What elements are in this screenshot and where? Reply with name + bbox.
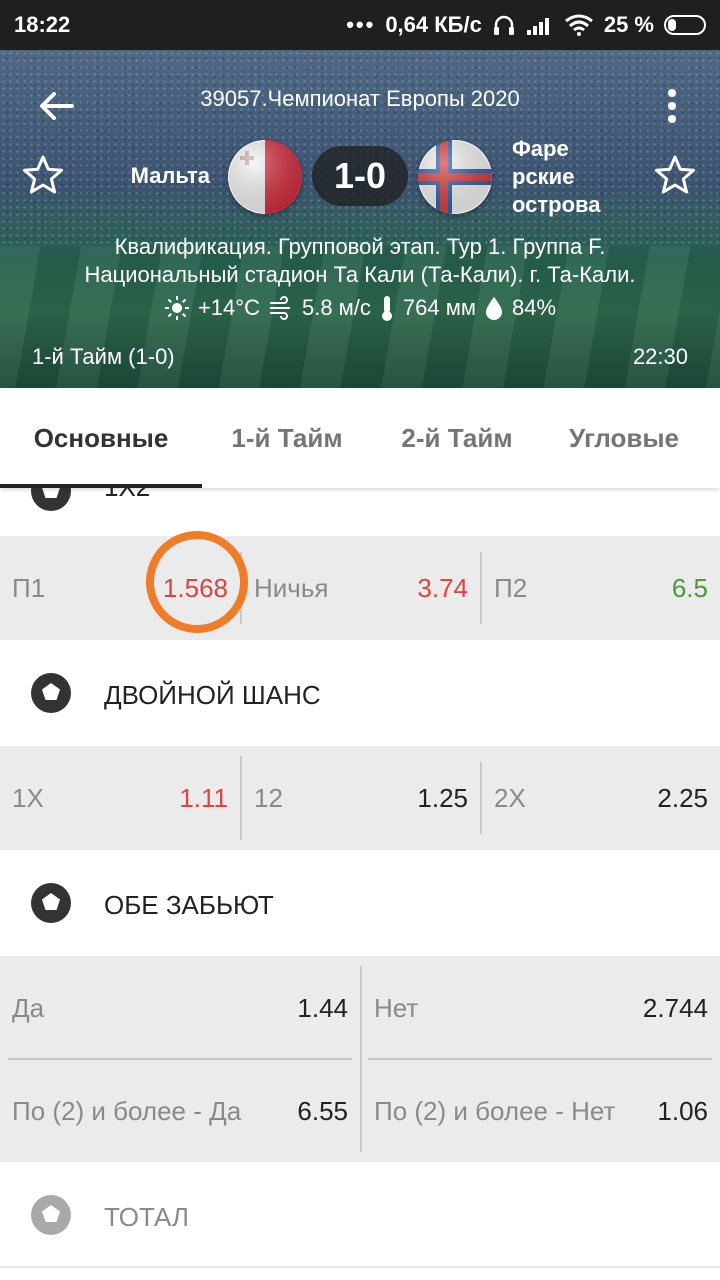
battery-icon <box>664 15 706 35</box>
odd-2x-value: 2.25 <box>657 782 708 813</box>
odd-no-label: Нет <box>374 992 419 1023</box>
half-status: 1-й Тайм (1-0) <box>32 344 175 369</box>
odd-draw[interactable]: Ничья 3.74 <box>242 536 480 640</box>
network-speed: 0,64 КБ/с <box>385 12 482 37</box>
odd-two-plus-no-value: 1.06 <box>657 1095 708 1126</box>
section-both-score-title: ОБЕ ЗАБЬЮТ <box>104 890 274 920</box>
odd-two-plus-yes[interactable]: По (2) и более - Да 6.55 <box>0 1060 360 1162</box>
odd-2x-label: 2X <box>494 782 526 813</box>
team2-name: Фаре рские острова <box>512 135 632 219</box>
odd-yes-value: 1.44 <box>297 992 348 1023</box>
headphones-icon <box>493 15 514 35</box>
faroe-islands-flag-icon <box>418 140 492 214</box>
section-double-chance-header[interactable]: ДВОЙНОЙ ШАНС <box>0 640 720 746</box>
team1-name: Мальта <box>130 163 210 188</box>
notification-dots: ••• <box>346 12 376 37</box>
odd-no-value: 2.744 <box>642 992 708 1023</box>
odd-draw-value: 3.74 <box>417 572 468 603</box>
market-double-chance-row: 1X 1.11 12 1.25 2X 2.25 <box>0 746 720 850</box>
team2-name-line3: острова <box>512 192 601 217</box>
odd-1x-value: 1.11 <box>179 782 228 813</box>
tab-first-half[interactable]: 1-й Тайм <box>202 388 372 488</box>
weather-row: +14°C 5.8 м/с 764 мм 84% <box>0 294 720 322</box>
stadium-location: Национальный стадион Та Кали (Та-Кали). … <box>84 262 636 287</box>
odd-1x-label: 1X <box>12 782 44 813</box>
active-tab-indicator <box>0 484 202 488</box>
section-total-title: ТОТАЛ <box>104 1202 189 1232</box>
odd-p1-label: П1 <box>12 572 46 603</box>
tab-main[interactable]: Основные <box>0 388 202 488</box>
section-both-score-header[interactable]: ОБЕ ЗАБЬЮТ <box>0 850 720 956</box>
status-icons: ••• 0,64 КБ/с 25 % <box>346 12 706 38</box>
battery-percent: 25 % <box>603 12 654 37</box>
odd-2x[interactable]: 2X 2.25 <box>482 746 720 850</box>
favorite-star-icon-left[interactable] <box>22 154 64 196</box>
odd-12[interactable]: 12 1.25 <box>242 746 480 850</box>
market-both-score-grid: Да 1.44 Нет 2.744 По (2) и более - Да 6.… <box>0 956 720 1162</box>
match-header: 39057.Чемпионат Европы 2020 Мальта 1-0 Ф… <box>0 50 720 388</box>
soccer-ball-icon <box>31 1195 71 1235</box>
odd-two-plus-yes-value: 6.55 <box>297 1095 348 1126</box>
odd-p2-label: П2 <box>494 572 528 603</box>
odd-1x[interactable]: 1X 1.11 <box>0 746 240 850</box>
odd-yes[interactable]: Да 1.44 <box>0 956 360 1060</box>
malta-flag-icon <box>228 140 302 214</box>
odd-yes-label: Да <box>12 992 45 1023</box>
odd-12-label: 12 <box>254 782 283 813</box>
thermometer-icon <box>381 296 392 321</box>
odd-p2[interactable]: П2 6.5 <box>482 536 720 640</box>
humidity: 84% <box>511 295 557 320</box>
more-menu-icon[interactable] <box>658 86 686 126</box>
wifi-icon <box>564 14 593 36</box>
sun-icon <box>164 296 189 320</box>
favorite-star-icon-right[interactable] <box>654 154 696 196</box>
odd-12-value: 1.25 <box>417 782 468 813</box>
status-time: 18:22 <box>14 12 71 37</box>
temperature: +14°C <box>197 295 260 320</box>
match-score: 1-0 <box>312 146 408 206</box>
back-arrow-icon[interactable] <box>36 86 76 126</box>
wind-icon <box>269 296 290 320</box>
odd-no[interactable]: Нет 2.744 <box>362 956 720 1060</box>
signal-icon <box>526 18 549 35</box>
team2-name-line2: рские <box>512 164 575 189</box>
highlight-circle-annotation <box>146 531 248 633</box>
tab-corners[interactable]: Угловые <box>542 388 706 488</box>
soccer-ball-icon <box>31 883 71 923</box>
soccer-ball-icon <box>31 488 71 511</box>
tournament-stage: Квалификация. Групповой этап. Тур 1. Гру… <box>114 234 606 259</box>
section-1x2-header[interactable]: 1X2 <box>0 488 720 536</box>
event-title: 39057.Чемпионат Европы 2020 <box>200 86 520 111</box>
market-1x2-row: П1 1.568 Ничья 3.74 П2 6.5 <box>0 536 720 640</box>
pressure: 764 мм <box>402 295 476 320</box>
tab-second-half[interactable]: 2-й Тайм <box>372 388 542 488</box>
odd-p2-value: 6.5 <box>671 572 708 603</box>
section-1x2-title: 1X2 <box>104 488 150 503</box>
match-time: 22:30 <box>632 344 688 369</box>
market-tabs: Основные 1-й Тайм 2-й Тайм Угловые <box>0 388 720 488</box>
humidity-drop-icon <box>485 297 502 320</box>
section-double-chance-title: ДВОЙНОЙ ШАНС <box>104 680 321 710</box>
soccer-ball-icon <box>31 673 71 713</box>
odd-two-plus-no[interactable]: По (2) и более - Нет 1.06 <box>362 1060 720 1162</box>
section-total-header[interactable]: ТОТАЛ <box>0 1162 720 1268</box>
status-bar: 18:22 ••• 0,64 КБ/с 25 % <box>0 0 720 50</box>
odd-draw-label: Ничья <box>254 572 329 603</box>
wind-speed: 5.8 м/с <box>301 295 371 320</box>
team2-name-line1: Фаре <box>512 136 569 161</box>
odd-two-plus-no-label: По (2) и более - Нет <box>374 1095 616 1126</box>
odd-two-plus-yes-label: По (2) и более - Да <box>12 1095 242 1126</box>
